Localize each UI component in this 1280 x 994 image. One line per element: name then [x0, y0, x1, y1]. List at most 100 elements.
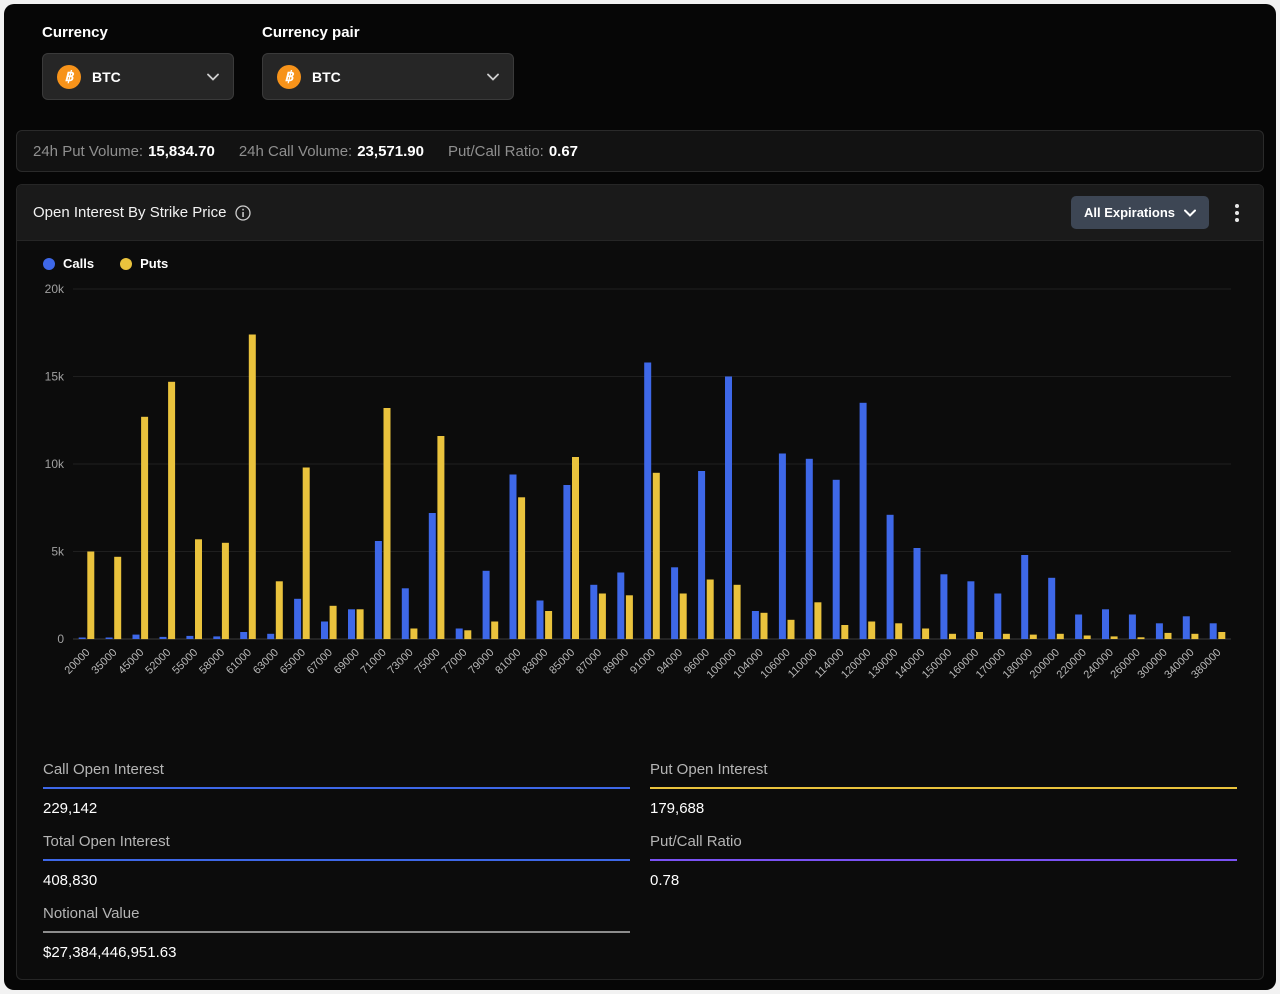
call-bar: [133, 635, 140, 639]
put-bar: [141, 417, 148, 639]
put-call-ratio-stat: Put/Call Ratio:0.67: [448, 143, 578, 160]
call-bar: [348, 609, 355, 639]
call-bar: [698, 471, 705, 639]
x-axis-label: 35000: [89, 647, 119, 677]
y-axis-label: 0: [57, 632, 64, 646]
legend-item-calls[interactable]: Calls: [43, 256, 94, 271]
call-bar: [213, 636, 220, 639]
x-axis-label: 91000: [628, 647, 658, 677]
call-bar: [186, 636, 193, 639]
call-bar: [563, 485, 570, 639]
put-bar: [491, 622, 498, 640]
currency-pair-select[interactable]: ฿ BTC: [262, 53, 514, 100]
kebab-menu-icon[interactable]: [1227, 201, 1247, 225]
call-volume-label: 24h Call Volume:: [239, 143, 352, 160]
call-bar: [294, 599, 301, 639]
x-axis-label: 61000: [224, 647, 254, 677]
put-bar: [1165, 633, 1172, 639]
volume-stats-bar: 24h Put Volume:15,834.70 24h Call Volume…: [16, 130, 1264, 172]
oi-chart-svg: 05k10k15k20k2000035000450005200055000580…: [29, 275, 1241, 723]
put-bar: [222, 543, 229, 639]
puts-legend-dot: [120, 258, 132, 270]
x-axis-label: 58000: [197, 647, 227, 677]
put-bar: [545, 611, 552, 639]
put-bar: [841, 625, 848, 639]
x-axis-label: 87000: [574, 647, 604, 677]
calls-legend-label: Calls: [63, 256, 94, 271]
call-bar: [833, 480, 840, 639]
put-open-interest-stat: Put Open Interest 179,688: [650, 753, 1237, 825]
call-bar: [779, 454, 786, 640]
put-bar: [437, 436, 444, 639]
currency-pair-select-value: BTC: [312, 69, 341, 85]
x-axis-label: 75000: [413, 647, 443, 677]
call-bar: [940, 574, 947, 639]
call-bar: [590, 585, 597, 639]
put-bar: [922, 629, 929, 640]
call-bar: [725, 377, 732, 640]
put-bar: [1003, 634, 1010, 639]
y-axis-label: 15k: [45, 370, 65, 384]
call-bar: [644, 363, 651, 640]
x-axis-label: 52000: [143, 647, 173, 677]
call-bar: [1183, 616, 1190, 639]
put-bar: [868, 622, 875, 640]
put-bar: [653, 473, 660, 639]
y-axis-label: 20k: [45, 282, 65, 296]
expirations-dropdown-label: All Expirations: [1084, 205, 1175, 220]
call-bar: [1156, 623, 1163, 639]
put-bar: [357, 609, 364, 639]
x-axis-label: 71000: [359, 647, 389, 677]
notional-value-stat: Notional Value $27,384,446,951.63: [43, 897, 630, 969]
chart-legend: Calls Puts: [17, 241, 1263, 273]
put-bar: [1138, 637, 1145, 639]
put-bar: [1218, 632, 1225, 639]
currency-pair-label: Currency pair: [262, 24, 514, 41]
call-bar: [429, 513, 436, 639]
call-bar: [160, 637, 167, 639]
put-bar: [330, 606, 337, 639]
screenshot-frame: Currency ฿ BTC Currency pair ฿ BTC: [0, 0, 1280, 994]
call-bar: [106, 638, 113, 640]
put-call-ratio-summary-value: 0.78: [650, 861, 1237, 889]
put-bar: [195, 539, 202, 639]
y-axis-label: 5k: [51, 545, 65, 559]
x-axis-label: 65000: [278, 647, 308, 677]
notional-value-value: $27,384,446,951.63: [43, 933, 630, 961]
put-bar: [949, 634, 956, 639]
call-bar: [537, 601, 544, 640]
expirations-dropdown-button[interactable]: All Expirations: [1071, 196, 1209, 229]
put-bar: [410, 629, 417, 640]
notional-value-label: Notional Value: [43, 905, 630, 933]
call-bar: [456, 629, 463, 640]
put-bar: [168, 382, 175, 639]
call-bar: [967, 581, 974, 639]
call-bar: [994, 594, 1001, 640]
put-bar: [1084, 636, 1091, 640]
put-bar: [384, 408, 391, 639]
x-axis-label: 380000: [1189, 647, 1223, 681]
put-bar: [249, 335, 256, 640]
call-bar: [914, 548, 921, 639]
info-icon[interactable]: [235, 205, 251, 221]
call-bar: [671, 567, 678, 639]
currency-select[interactable]: ฿ BTC: [42, 53, 234, 100]
x-axis-label: 73000: [386, 647, 416, 677]
put-bar: [761, 613, 768, 639]
call-open-interest-stat: Call Open Interest 229,142: [43, 753, 630, 825]
total-open-interest-label: Total Open Interest: [43, 833, 630, 861]
x-axis-label: 94000: [655, 647, 685, 677]
currency-select-value: BTC: [92, 69, 121, 85]
call-open-interest-label: Call Open Interest: [43, 761, 630, 789]
summary-grid: Call Open Interest 229,142 Put Open Inte…: [17, 749, 1263, 979]
x-axis-label: 69000: [332, 647, 362, 677]
legend-item-puts[interactable]: Puts: [120, 256, 168, 271]
put-bar: [707, 580, 714, 640]
put-volume-stat: 24h Put Volume:15,834.70: [33, 143, 215, 160]
total-open-interest-stat: Total Open Interest 408,830: [43, 825, 630, 897]
put-open-interest-value: 179,688: [650, 789, 1237, 817]
call-bar: [1129, 615, 1136, 640]
call-bar: [752, 611, 759, 639]
currency-filter-group: Currency ฿ BTC: [42, 24, 234, 100]
put-bar: [1057, 634, 1064, 639]
